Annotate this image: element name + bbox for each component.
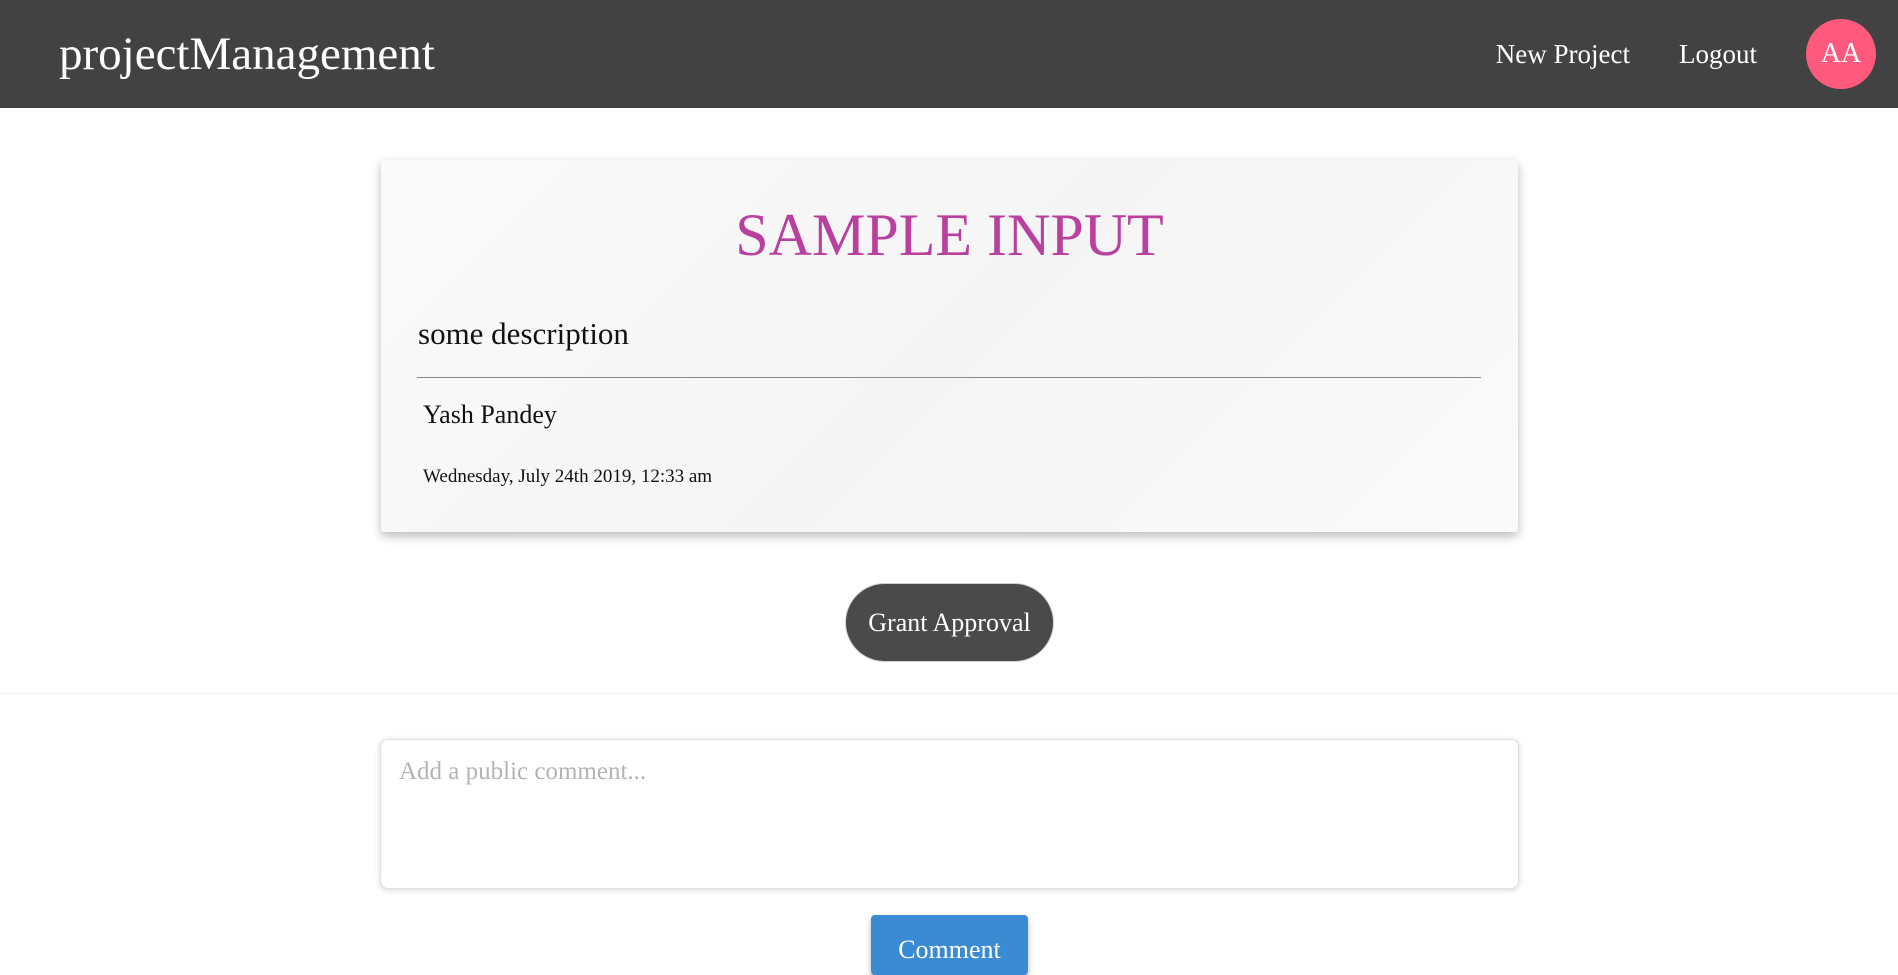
project-date: Wednesday, July 24th 2019, 12:33 am xyxy=(423,466,713,487)
section-divider xyxy=(0,693,1898,694)
project-author: Yash Pandey xyxy=(423,400,557,429)
project-card: SAMPLE INPUT some description Yash Pande… xyxy=(381,160,1518,532)
card-divider xyxy=(417,377,1481,378)
grant-approval-button[interactable]: Grant Approval xyxy=(845,583,1054,662)
logout-link[interactable]: Logout xyxy=(1679,39,1757,70)
comment-input[interactable] xyxy=(380,739,1519,889)
project-description: some description xyxy=(418,316,629,351)
nav-links: New Project Logout AA xyxy=(1496,0,1876,108)
new-project-link[interactable]: New Project xyxy=(1496,39,1630,70)
user-avatar[interactable]: AA xyxy=(1806,19,1876,89)
project-title: SAMPLE INPUT xyxy=(735,202,1164,268)
top-navbar: projectManagement New Project Logout AA xyxy=(0,0,1898,108)
comment-submit-button[interactable]: Comment xyxy=(871,915,1028,975)
brand-logo-link[interactable]: projectManagement xyxy=(59,26,435,82)
